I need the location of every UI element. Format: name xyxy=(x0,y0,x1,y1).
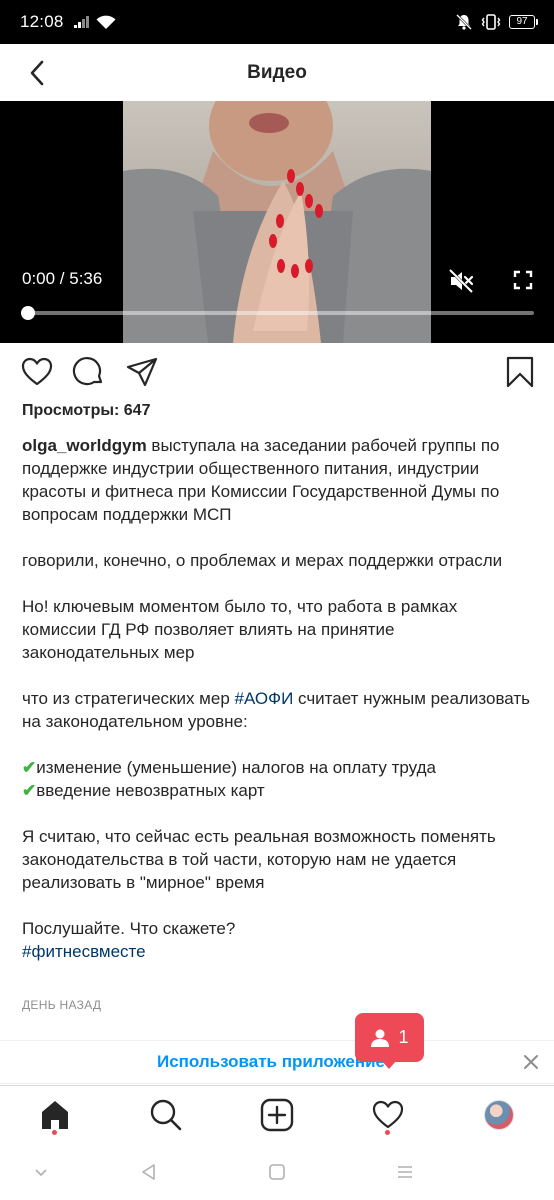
caption-paragraph-3: Но! ключевым моментом было то, что работ… xyxy=(22,597,458,662)
back-button[interactable] xyxy=(22,58,52,88)
check-icon: ✔ xyxy=(22,781,37,800)
battery-icon: 97 xyxy=(509,15,538,29)
mute-notifications-icon xyxy=(456,14,472,30)
video-frame xyxy=(123,101,431,343)
follower-notification-badge[interactable]: 1 xyxy=(355,1013,424,1062)
notification-count: 1 xyxy=(398,1027,409,1047)
video-time: 0:00 / 5:36 xyxy=(22,269,103,288)
bullet-1: изменение (уменьшение) налогов на оплату… xyxy=(36,758,436,777)
activity-heart-icon xyxy=(372,1100,404,1129)
wifi-icon xyxy=(96,15,116,29)
hashtag-aofi[interactable]: #АОФИ xyxy=(235,689,294,708)
caption-paragraph-6: Послушайте. Что скажете? xyxy=(22,919,236,938)
recents-icon xyxy=(398,1166,412,1178)
search-icon xyxy=(150,1099,182,1131)
save-button[interactable] xyxy=(503,355,537,389)
muted-speaker-icon xyxy=(448,268,474,294)
post-date: ДЕНЬ НАЗАД xyxy=(22,998,102,1012)
back-icon xyxy=(142,1164,155,1180)
page-title: Видео xyxy=(247,61,307,83)
post-actions xyxy=(0,355,554,395)
home-icon xyxy=(42,1101,68,1129)
sys-recents[interactable] xyxy=(394,1161,416,1183)
check-icon: ✔ xyxy=(22,758,37,777)
post-caption: olga_worldgym выступала на заседании раб… xyxy=(22,434,536,963)
post-username[interactable]: olga_worldgym xyxy=(22,436,147,455)
open-app-link[interactable]: Использовать приложение xyxy=(157,1052,385,1072)
nav-search[interactable] xyxy=(149,1098,183,1132)
home-icon xyxy=(269,1164,285,1180)
video-progress-knob[interactable] xyxy=(21,306,35,320)
share-icon xyxy=(126,357,158,387)
video-thumbnail xyxy=(123,101,431,343)
hashtag-fitness[interactable]: #фитнесвместе xyxy=(22,942,146,961)
caption-paragraph-5: Я считаю, что сейчас есть реальная возмо… xyxy=(22,827,496,892)
open-app-banner[interactable]: Использовать приложение xyxy=(0,1040,554,1084)
views-count: Просмотры: 647 xyxy=(22,402,151,419)
battery-level: 97 xyxy=(509,15,535,29)
nav-home[interactable] xyxy=(38,1098,72,1132)
home-active-dot xyxy=(52,1130,57,1135)
signal-icon xyxy=(73,16,89,28)
nav-profile[interactable] xyxy=(482,1098,516,1132)
activity-unread-dot xyxy=(385,1130,390,1135)
video-player[interactable]: 0:00 / 5:36 xyxy=(0,101,554,343)
status-right-icons: 97 xyxy=(455,13,538,31)
nav-activity[interactable] xyxy=(371,1098,405,1132)
mute-button[interactable] xyxy=(447,267,475,295)
bottom-nav xyxy=(0,1085,554,1143)
heart-icon xyxy=(21,357,53,386)
bullet-2: введение невозвратных карт xyxy=(36,781,265,800)
profile-avatar xyxy=(484,1100,514,1130)
header: Видео xyxy=(0,44,554,101)
status-time: 12:08 xyxy=(20,12,64,31)
bookmark-icon xyxy=(506,356,534,388)
comment-icon xyxy=(72,357,103,386)
close-icon xyxy=(524,1055,538,1069)
sys-hide-keyboard[interactable] xyxy=(30,1161,52,1183)
sys-home[interactable] xyxy=(266,1161,288,1183)
new-post-icon xyxy=(260,1098,294,1132)
video-progress-track[interactable] xyxy=(24,311,534,315)
person-icon xyxy=(371,1029,390,1047)
comment-button[interactable] xyxy=(72,355,106,389)
status-left-icons xyxy=(73,15,116,30)
system-nav xyxy=(0,1143,554,1200)
fullscreen-button[interactable] xyxy=(511,268,535,292)
vibrate-icon xyxy=(481,14,501,30)
caption-paragraph-2: говорили, конечно, о проблемах и мерах п… xyxy=(22,551,503,570)
sys-back[interactable] xyxy=(138,1161,160,1183)
nav-new-post[interactable] xyxy=(260,1098,294,1132)
fullscreen-icon xyxy=(513,270,533,290)
chevron-left-icon xyxy=(30,60,44,86)
status-bar: 12:08 97 xyxy=(0,0,554,44)
like-button[interactable] xyxy=(20,355,54,389)
hide-keyboard-icon xyxy=(35,1169,47,1177)
notification-tail xyxy=(381,1060,397,1069)
banner-close-button[interactable] xyxy=(522,1053,540,1071)
share-button[interactable] xyxy=(125,355,159,389)
caption-paragraph-4-start: что из стратегических мер xyxy=(22,689,235,708)
